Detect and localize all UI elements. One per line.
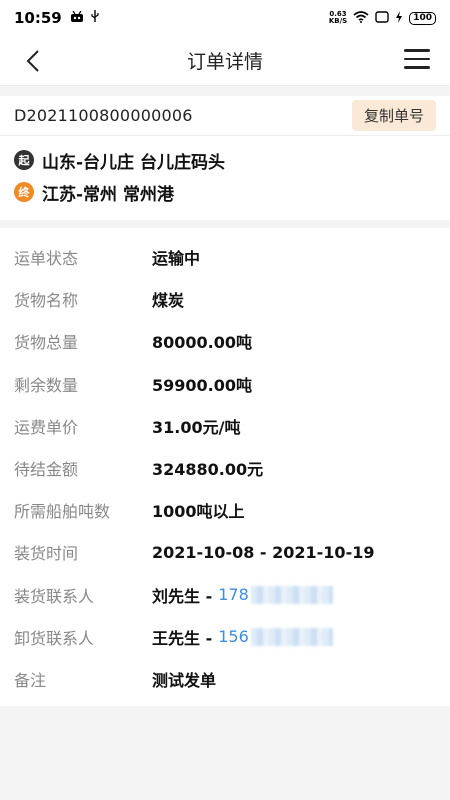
detail-row-cargo-name: 货物名称 煤炭 <box>14 278 436 320</box>
contact-name: 王先生 - <box>152 628 213 648</box>
detail-value: 59900.00吨 <box>152 375 253 395</box>
detail-label: 卸货联系人 <box>14 628 95 648</box>
detail-label: 运单状态 <box>14 249 79 269</box>
net-speed-unit: KB/S <box>328 17 348 25</box>
route-end: 终 江苏-常州 常州港 <box>14 176 436 208</box>
detail-value: 2021-10-08 - 2021-10-19 <box>152 542 375 562</box>
detail-value: 王先生 - 156 <box>152 625 333 649</box>
start-badge: 起 <box>14 150 34 170</box>
app-notification-icon <box>70 9 84 27</box>
wifi-icon <box>353 9 369 27</box>
detail-value: 1000吨以上 <box>152 502 245 522</box>
clock: 10:59 <box>14 9 62 27</box>
contact-name: 刘先生 - <box>152 586 213 606</box>
detail-value: 煤炭 <box>152 291 185 311</box>
chevron-left-icon <box>26 50 39 72</box>
phone-redaction <box>250 627 333 646</box>
status-bar: 10:59 0.63 KB/S 100 <box>0 0 450 36</box>
menu-icon-line <box>404 49 430 52</box>
detail-label: 待结金额 <box>14 460 79 480</box>
detail-label: 装货时间 <box>14 544 79 564</box>
route-section: 起 山东-台儿庄 台儿庄码头 终 江苏-常州 常州港 <box>0 136 450 220</box>
order-number: D2021100800000006 <box>14 106 193 125</box>
detail-label: 货物总量 <box>14 333 79 353</box>
detail-label: 剩余数量 <box>14 375 79 395</box>
usb-icon <box>90 9 100 27</box>
detail-row-unloading-contact: 卸货联系人 王先生 - 156 <box>14 616 436 658</box>
detail-row-loading-time: 装货时间 2021-10-08 - 2021-10-19 <box>14 531 436 573</box>
detail-value: 运输中 <box>152 249 201 269</box>
detail-row-remaining: 剩余数量 59900.00吨 <box>14 363 436 405</box>
menu-icon-line <box>404 66 430 69</box>
page-title: 订单详情 <box>186 51 263 73</box>
detail-label: 运费单价 <box>14 417 79 437</box>
charging-icon <box>395 9 403 27</box>
detail-label: 货物名称 <box>14 291 79 311</box>
menu-icon-line <box>404 57 430 60</box>
net-speed: 0.63 KB/S <box>329 11 347 25</box>
detail-value: 324880.00元 <box>152 460 264 480</box>
order-details: 运单状态 运输中 货物名称 煤炭 货物总量 80000.00吨 剩余数量 599… <box>0 228 450 707</box>
detail-row-remark: 备注 测试发单 <box>14 658 436 700</box>
end-badge: 终 <box>14 182 34 202</box>
detail-label: 所需船舶吨数 <box>14 502 111 522</box>
battery-indicator: 100 <box>409 11 436 25</box>
detail-value: 测试发单 <box>152 670 217 690</box>
detail-value: 80000.00吨 <box>152 333 253 353</box>
detail-row-unit-price: 运费单价 31.00元/吨 <box>14 405 436 447</box>
detail-label: 装货联系人 <box>14 586 95 606</box>
nav-bar: 订单详情 <box>0 36 450 86</box>
detail-label: 备注 <box>14 670 47 690</box>
contact-phone-link[interactable]: 156 <box>218 627 249 646</box>
menu-button[interactable] <box>404 49 430 71</box>
phone-redaction <box>250 585 333 604</box>
detail-row-loading-contact: 装货联系人 刘先生 - 178 <box>14 574 436 616</box>
order-number-bar: D2021100800000006 复制单号 <box>0 96 450 136</box>
detail-row-status: 运单状态 运输中 <box>14 236 436 278</box>
detail-value: 刘先生 - 178 <box>152 583 333 607</box>
route-start: 起 山东-台儿庄 台儿庄码头 <box>14 144 436 176</box>
detail-row-tonnage: 所需船舶吨数 1000吨以上 <box>14 489 436 531</box>
start-location: 山东-台儿庄 台儿庄码头 <box>42 152 225 173</box>
detail-value: 31.00元/吨 <box>152 417 241 437</box>
detail-row-pending-amount: 待结金额 324880.00元 <box>14 447 436 489</box>
end-location: 江苏-常州 常州港 <box>42 184 174 205</box>
back-button[interactable] <box>18 46 48 76</box>
detail-row-total: 货物总量 80000.00吨 <box>14 320 436 362</box>
copy-order-number-button[interactable]: 复制单号 <box>351 100 436 131</box>
contact-phone-link[interactable]: 178 <box>218 585 249 604</box>
sim-icon <box>375 9 389 27</box>
